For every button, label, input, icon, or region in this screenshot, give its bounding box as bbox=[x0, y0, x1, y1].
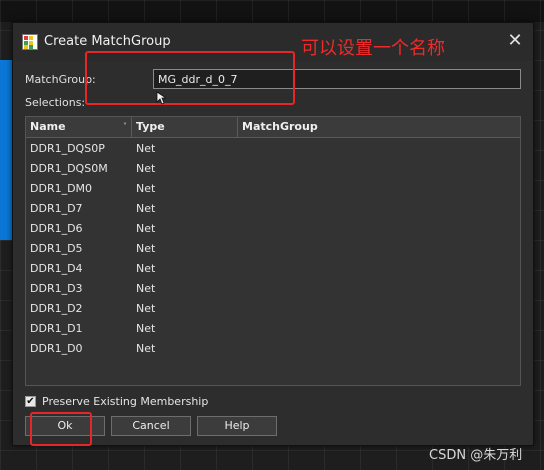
table-row[interactable]: DDR1_D2 Net bbox=[26, 299, 520, 319]
table-row[interactable]: DDR1_D0 Net bbox=[26, 339, 520, 359]
annotation-highlight-name bbox=[85, 51, 295, 105]
annotation-highlight-ok bbox=[30, 412, 92, 446]
cell-name: DDR1_DQS0M bbox=[30, 162, 108, 175]
cell-name: DDR1_D6 bbox=[30, 222, 83, 235]
preserve-membership-label: Preserve Existing Membership bbox=[42, 395, 209, 408]
cell-type: Net bbox=[136, 322, 156, 335]
help-button[interactable]: Help bbox=[197, 416, 277, 436]
annotation-note: 可以设置一个名称 bbox=[301, 38, 445, 59]
table-row[interactable]: DDR1_D4 Net bbox=[26, 259, 520, 279]
sort-chevron-icon: ˅ bbox=[123, 122, 127, 131]
cell-name: DDR1_D3 bbox=[30, 282, 83, 295]
cell-type: Net bbox=[136, 262, 156, 275]
cell-name: DDR1_D5 bbox=[30, 242, 83, 255]
cell-name: DDR1_D4 bbox=[30, 262, 83, 275]
table-row[interactable]: DDR1_D1 Net bbox=[26, 319, 520, 339]
background-selection-strip bbox=[0, 60, 12, 240]
table-row[interactable]: DDR1_D7 Net bbox=[26, 199, 520, 219]
cell-name: DDR1_D2 bbox=[30, 302, 83, 315]
preserve-membership-checkbox[interactable]: ✔ bbox=[25, 396, 36, 407]
cell-name: DDR1_D7 bbox=[30, 202, 83, 215]
cell-type: Net bbox=[136, 222, 156, 235]
cell-type: Net bbox=[136, 282, 156, 295]
close-button[interactable]: ✕ bbox=[503, 29, 527, 53]
table-row[interactable]: DDR1_D3 Net bbox=[26, 279, 520, 299]
table-row[interactable]: DDR1_D6 Net bbox=[26, 219, 520, 239]
table-header: Name ˅ Type MatchGroup bbox=[26, 117, 520, 138]
selections-table: Name ˅ Type MatchGroup DDR1_DQS0P Net DDR… bbox=[25, 116, 521, 386]
cell-type: Net bbox=[136, 182, 156, 195]
cell-name: DDR1_D0 bbox=[30, 342, 83, 355]
cell-type: Net bbox=[136, 302, 156, 315]
table-body: DDR1_DQS0P Net DDR1_DQS0M Net DDR1_DM0 Net … bbox=[26, 139, 520, 359]
close-icon: ✕ bbox=[507, 30, 523, 51]
cell-name: DDR1_D1 bbox=[30, 322, 83, 335]
cell-type: Net bbox=[136, 242, 156, 255]
cell-type: Net bbox=[136, 202, 156, 215]
cell-type: Net bbox=[136, 342, 156, 355]
cell-type: Net bbox=[136, 142, 156, 155]
cell-type: Net bbox=[136, 162, 156, 175]
table-row[interactable]: DDR1_DQS0M Net bbox=[26, 159, 520, 179]
column-header-type[interactable]: Type bbox=[132, 117, 238, 137]
app-icon bbox=[22, 34, 38, 50]
column-header-matchgroup[interactable]: MatchGroup bbox=[238, 117, 520, 137]
table-row[interactable]: DDR1_D5 Net bbox=[26, 239, 520, 259]
column-header-name[interactable]: Name ˅ bbox=[26, 117, 132, 137]
cancel-button[interactable]: Cancel bbox=[111, 416, 191, 436]
dialog-title: Create MatchGroup bbox=[44, 34, 171, 49]
table-row[interactable]: DDR1_DM0 Net bbox=[26, 179, 520, 199]
selections-label: Selections: bbox=[25, 96, 86, 109]
watermark: CSDN @朱万利 bbox=[429, 448, 523, 463]
cell-name: DDR1_DM0 bbox=[30, 182, 93, 195]
cell-name: DDR1_DQS0P bbox=[30, 142, 105, 155]
mouse-cursor-icon bbox=[156, 91, 166, 105]
create-matchgroup-dialog: Create MatchGroup ✕ 可以设置一个名称 MatchGroup:… bbox=[12, 22, 534, 446]
table-row[interactable]: DDR1_DQS0P Net bbox=[26, 139, 520, 159]
